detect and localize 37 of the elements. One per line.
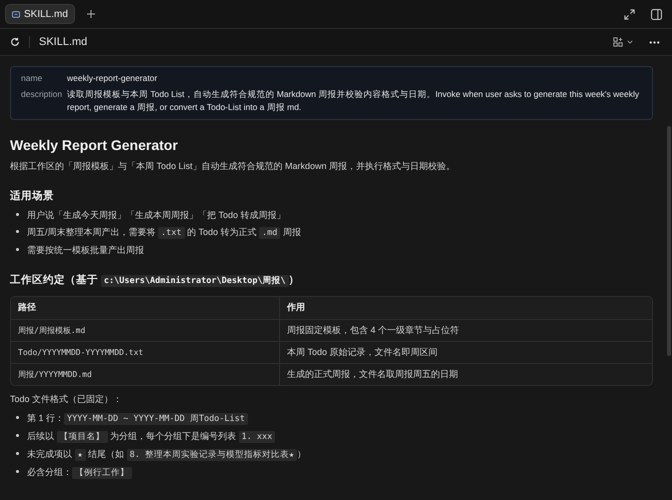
- list-item: 后续以 【项目名】 为分组，每个分组下是编号列表 1. xxx: [27, 429, 276, 444]
- section-heading: 适用场景: [10, 189, 55, 203]
- table-cell-text: 周报/周报模板.md: [17, 324, 86, 336]
- column-header: 路径: [17, 301, 37, 314]
- field-key: name: [21, 72, 67, 85]
- scrollbar[interactable]: [667, 126, 671, 356]
- field-value: 读取周报模板与本周 Todo List，自动生成符合规范的 Markdown 周报并校验内容格式与日期。Invoke when user asks to generate this week's weekly report, generate a 周报, or convert a Todo-List into a 周报 md.: [67, 88, 640, 114]
- list-item: 用户说「生成今天周报」「生成本周周报」「把 Todo 转成周报」: [27, 209, 286, 222]
- list-item: 周五/周末整理本周产出，需要将 .txt 的 Todo 转为正式 .md 周报: [27, 226, 301, 240]
- chevron-down-icon[interactable]: [627, 39, 633, 45]
- list-item: 必含分组： 【例行工作】: [27, 465, 132, 480]
- refresh-icon[interactable]: [10, 37, 20, 47]
- bullet-icon: [16, 248, 19, 251]
- bullet-icon: [16, 434, 19, 437]
- field-key: description: [21, 88, 67, 114]
- expand-icon[interactable]: [624, 8, 635, 20]
- field-value: weekly-report-generator: [67, 72, 158, 85]
- note-text: Todo 文件格式（已固定）：: [10, 393, 124, 406]
- sidebar-icon[interactable]: [651, 8, 662, 20]
- intro-paragraph: 根据工作区的「周报模板」与「本周 Todo List」自动生成符合规范的 Markdown 周报，并执行格式与日期校验。: [10, 160, 456, 173]
- list-item: 需要按统一模板批量产出周报: [27, 244, 144, 257]
- bullet-icon: [16, 452, 19, 455]
- bullet-icon: [16, 470, 19, 473]
- file-tab[interactable]: SKILL.md: [5, 4, 75, 24]
- plus-icon[interactable]: [86, 10, 95, 18]
- table-cell-text: 周报/YYYYMMDD.md: [17, 368, 93, 380]
- bullet-icon: [16, 416, 19, 419]
- list-item: 第 1 行： YYYY-MM-DD ~ YYYY-MM-DD 周Todo-List: [27, 411, 248, 426]
- bullet-icon: [16, 230, 19, 233]
- table-cell-text: Todo/YYYYMMDD-YYYYMMDD.txt: [17, 346, 144, 358]
- bullet-icon: [16, 213, 19, 216]
- table-cell: 生成的正式周报，文件名取周报周五的日期: [279, 364, 652, 385]
- file-title: SKILL.md: [39, 34, 88, 50]
- grid-icon[interactable]: [613, 37, 623, 47]
- more-icon[interactable]: [649, 40, 660, 44]
- page-heading: Weekly Report Generator: [10, 136, 179, 154]
- file-icon: [12, 10, 20, 18]
